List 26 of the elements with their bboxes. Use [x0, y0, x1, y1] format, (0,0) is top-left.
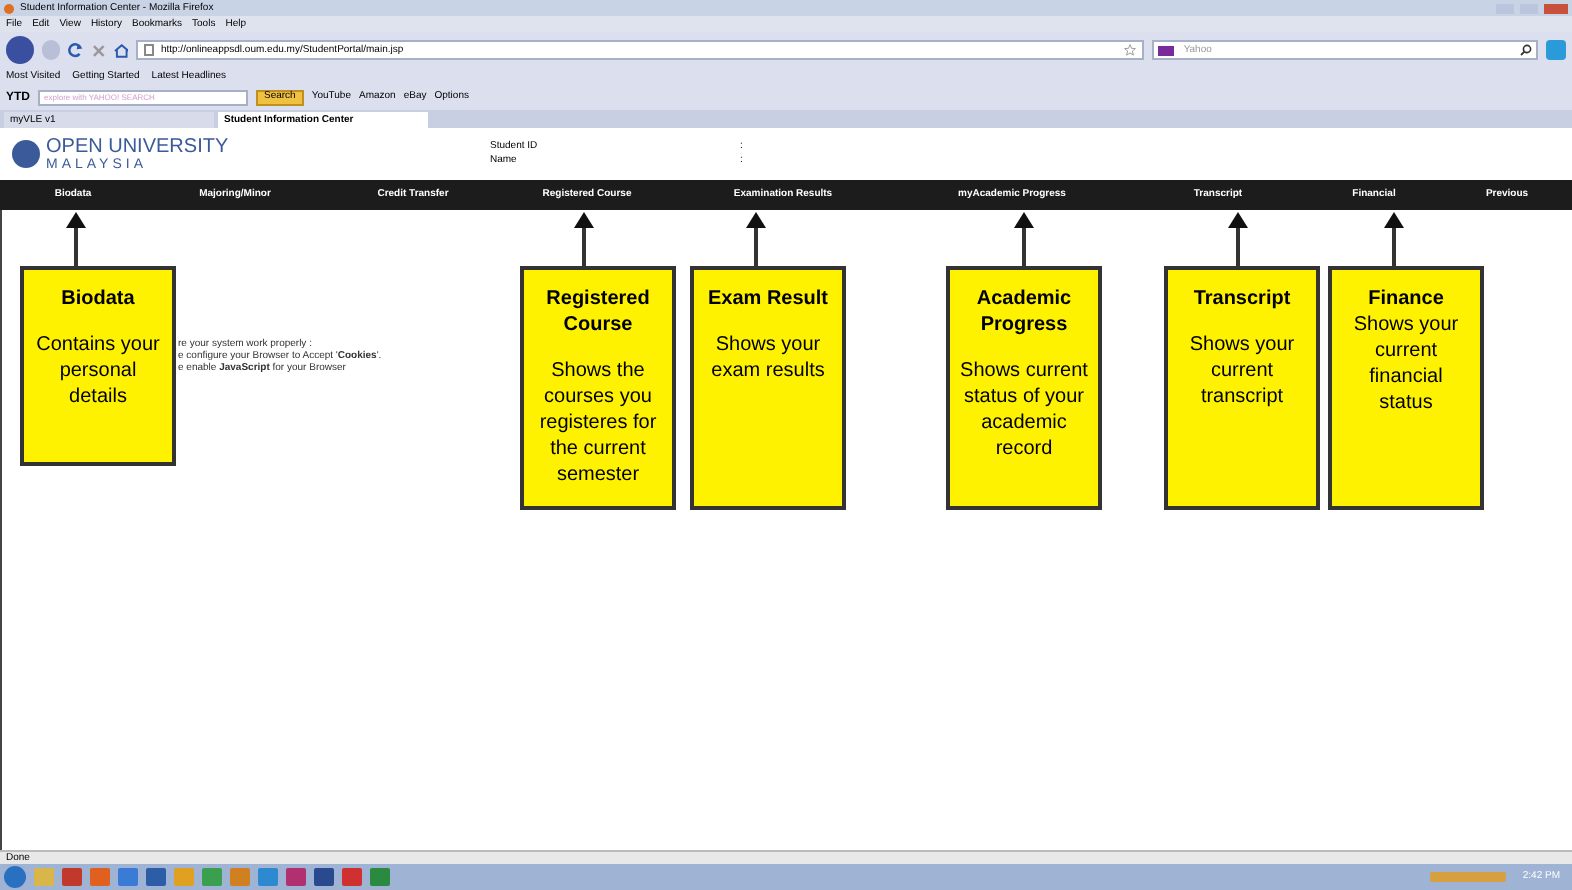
logo-icon — [12, 140, 40, 168]
callout-text: Shows your current financial status — [1351, 312, 1461, 416]
home-icon[interactable] — [113, 43, 129, 57]
forward-button[interactable] — [41, 40, 61, 60]
callout-text: Shows your current transcript — [1187, 332, 1297, 410]
start-button[interactable] — [4, 866, 26, 888]
callout-text: Shows the courses you registeres for the current semester — [537, 358, 659, 488]
callout-title: Exam Result — [707, 286, 829, 312]
minimize-button[interactable] — [1496, 3, 1514, 13]
callout-title: Finance — [1368, 286, 1444, 312]
back-button[interactable] — [6, 36, 34, 64]
page-icon — [144, 44, 155, 56]
callout-title: Academic Progress — [974, 286, 1074, 338]
search-icon[interactable] — [1520, 44, 1533, 56]
callout-text: Shows your exam results — [709, 332, 827, 384]
close-button[interactable] — [1544, 3, 1568, 13]
stop-icon[interactable] — [91, 43, 106, 57]
star-icon[interactable] — [1123, 44, 1136, 56]
callout-title: Biodata — [61, 286, 135, 312]
callout-title: Registered Course — [544, 286, 652, 338]
callout-title: Transcript — [1193, 286, 1291, 312]
maximize-button[interactable] — [1520, 3, 1538, 13]
reload-icon[interactable] — [68, 42, 84, 58]
logo-title: OPEN UNIVERSITY — [46, 137, 231, 157]
callout-text: Contains your personal details — [34, 332, 162, 410]
callout-text: Shows current status of your academic record — [960, 358, 1088, 462]
